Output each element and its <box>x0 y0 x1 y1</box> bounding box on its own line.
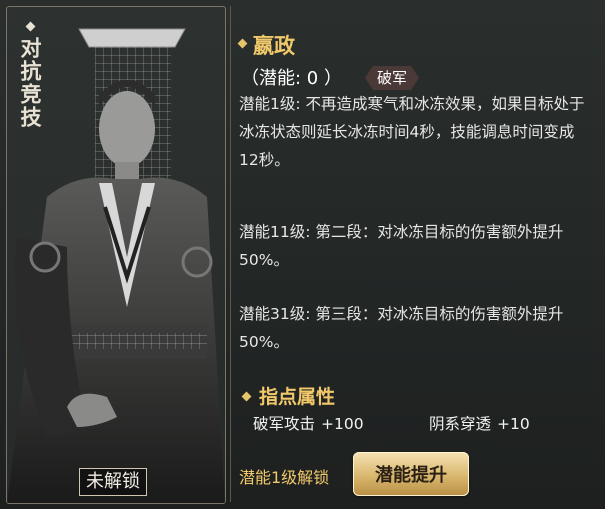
potential-level-1-desc: 潜能1级: 不再造成寒气和冰冻效果，如果目标处于冰冻状态则延长冰冻时间4秒，技能… <box>239 95 585 169</box>
hero-info-panel: 嬴政 （潜能: 0 ） 破军 潜能1级: 不再造成寒气和冰冻效果，如果目标处于冰… <box>230 6 600 502</box>
hero-portrait-panel: 对抗竞技 未解锁 <box>6 6 226 504</box>
attribute-label: 阴系穿透 <box>429 415 492 433</box>
hero-name-diamond-icon <box>237 38 248 49</box>
potential-panel: 对抗竞技 未解锁 嬴政 （潜能: 0 ） 破军 潜能1级: 不再造成寒气和冰冻效… <box>0 0 605 509</box>
potential-level-text: （潜能: 0 ） <box>241 68 342 89</box>
unlock-hint: 潜能1级解锁 <box>239 468 330 487</box>
attribute-label: 破军攻击 <box>253 415 316 433</box>
attributes-diamond-icon <box>241 391 252 402</box>
hero-name: 嬴政 <box>253 34 295 58</box>
attribute-item: 阴系穿透 +10 <box>429 412 530 434</box>
locked-status-badge: 未解锁 <box>79 468 147 496</box>
attribute-item: 破军攻击 +100 <box>253 412 364 434</box>
potential-level-31-desc: 潜能31级: 第三段：对冰冻目标的伤害额外提升50%。 <box>239 305 564 351</box>
potential-upgrade-button[interactable]: 潜能提升 <box>353 452 469 496</box>
attributes-title: 指点属性 <box>259 386 336 408</box>
attribute-value: +10 <box>497 415 530 433</box>
attribute-value: +100 <box>321 415 364 433</box>
mode-vertical-title: 对抗竞技 <box>18 37 42 129</box>
hero-class-tag: 破军 <box>365 66 419 90</box>
potential-level-11-desc: 潜能11级: 第二段：对冰冻目标的伤害额外提升50%。 <box>239 223 564 269</box>
